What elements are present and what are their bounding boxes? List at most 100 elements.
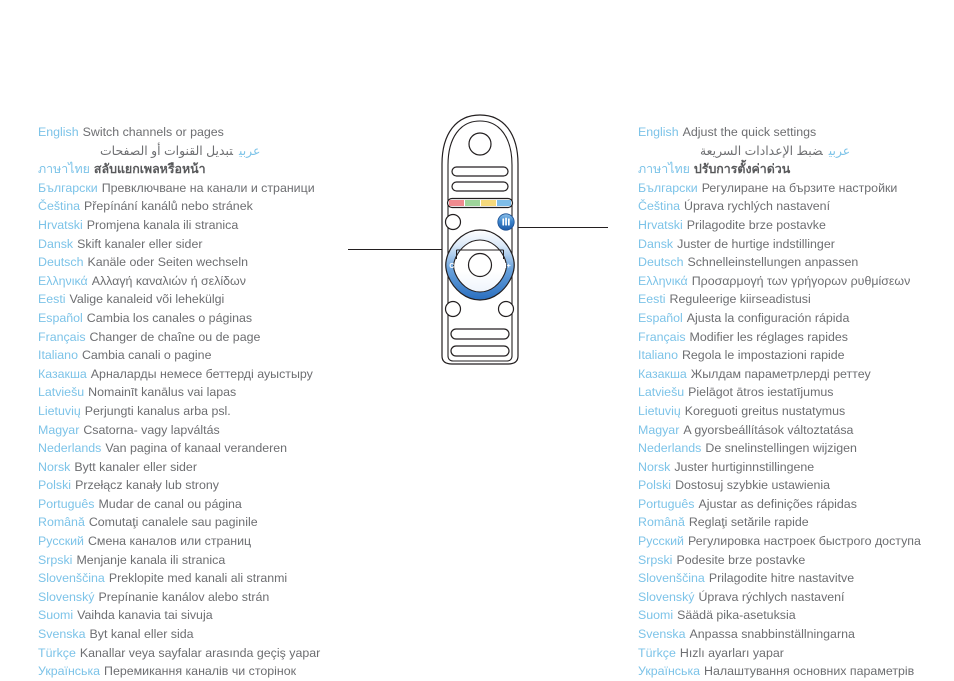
language-row: Русский Регулировка настроек быстрого дос… xyxy=(638,532,954,551)
language-description: Preklopite med kanali ali stranmi xyxy=(108,571,288,586)
language-label: ภาษาไทย xyxy=(638,162,690,177)
language-label: Svenska xyxy=(38,627,86,642)
language-row: Eesti Valige kanaleid või lehekülgi xyxy=(38,290,368,309)
language-row: Norsk Juster hurtiginnstillingene xyxy=(638,458,954,477)
yellow-colour-key[interactable] xyxy=(481,200,496,206)
language-description: Switch channels or pages xyxy=(82,125,224,139)
ok-button[interactable] xyxy=(467,252,493,278)
language-label: Română xyxy=(38,515,85,530)
language-row: Slovenščina Prilagodite hitre nastavitve xyxy=(638,569,954,588)
language-description: Valige kanaleid või lehekülgi xyxy=(69,292,225,307)
language-description: Перемикання каналів чи сторінок xyxy=(104,664,297,679)
language-label: Čeština xyxy=(638,199,681,214)
language-label: Español xyxy=(38,310,83,325)
language-description: Menjanje kanala ili stranica xyxy=(76,552,226,567)
language-label: Srpski xyxy=(38,552,73,567)
red-colour-key[interactable] xyxy=(449,200,464,206)
language-description: Смена каналов или страниц xyxy=(87,534,252,549)
language-label: Dansk xyxy=(638,236,674,251)
language-row: Italiano Regola le impostazioni rapide xyxy=(638,346,954,365)
language-description: Koreguoti greitus nustatymus xyxy=(684,403,846,418)
language-description: Juster de hurtige indstillinger xyxy=(677,236,835,251)
language-description: Perjungti kanalus arba psl. xyxy=(84,403,231,418)
options-button[interactable] xyxy=(497,213,515,231)
language-list-left: English Switch channels or pages عربي تبديل… xyxy=(38,123,368,681)
language-row: Magyar Csatorna- vagy lapváltás xyxy=(38,421,368,440)
language-description: Podesite brze postavke xyxy=(676,552,806,567)
language-label: عربي xyxy=(238,143,261,158)
language-label: Български xyxy=(38,180,98,195)
language-row: Türkçe Hızlı ayarları yapar xyxy=(638,644,954,663)
language-description: Cambia los canales o páginas xyxy=(86,310,253,325)
language-description: Nomainīt kanālus vai lapas xyxy=(88,385,237,400)
language-description: Налаштування основних параметрів xyxy=(704,664,915,679)
language-label: Türkçe xyxy=(638,645,676,660)
language-description: ضبط الإعدادات السريعة xyxy=(700,143,823,158)
volume-bar-button[interactable] xyxy=(450,328,510,340)
language-row: Português Ajustar as definições rápidas xyxy=(638,495,954,514)
language-description: Cambia canali o pagine xyxy=(81,348,212,363)
language-description: Úprava rychlých nastavení xyxy=(684,199,831,214)
language-label: Español xyxy=(638,310,683,325)
language-row: Español Cambia los canales o páginas xyxy=(38,309,368,328)
language-description: Promjena kanala ili stranica xyxy=(86,217,239,232)
language-label: Svenska xyxy=(638,627,686,642)
language-row: Čeština Úprava rychlých nastavení xyxy=(638,197,954,216)
language-row: Dansk Skift kanaler eller sider xyxy=(38,235,368,254)
colour-keys-strip[interactable] xyxy=(446,197,514,209)
language-row: عربي ضبط الإعدادات السريعة xyxy=(638,142,954,161)
home-bar-button[interactable] xyxy=(451,166,509,177)
info-button[interactable] xyxy=(444,300,462,318)
language-description: Reglaţi setările rapide xyxy=(688,515,809,530)
language-label: Nederlands xyxy=(38,441,102,456)
language-label: Čeština xyxy=(38,199,81,214)
language-row: Eesti Reguleerige kiirseadistusi xyxy=(638,290,954,309)
exit-button[interactable] xyxy=(497,300,515,318)
green-colour-key[interactable] xyxy=(465,200,480,206)
language-description: Kanäle oder Seiten wechseln xyxy=(87,255,248,270)
language-description: Adjust the quick settings xyxy=(682,125,817,139)
language-row: Slovenský Prepínanie kanálov alebo strán xyxy=(38,588,368,607)
language-row: Svenska Byt kanal eller sida xyxy=(38,625,368,644)
language-label: Deutsch xyxy=(38,255,84,270)
callout-line-options-button xyxy=(518,227,608,228)
channel-up-label: CH+ xyxy=(496,261,511,270)
mute-bar-button[interactable] xyxy=(450,345,510,357)
language-row: Deutsch Kanäle oder Seiten wechseln xyxy=(38,253,368,272)
language-description: Csatorna- vagy lapváltás xyxy=(83,422,220,437)
language-label: Français xyxy=(38,329,86,344)
language-row: Magyar A gyorsbeállítások változtatása xyxy=(638,421,954,440)
language-label: Norsk xyxy=(638,459,671,474)
language-description: Превключване на канали и страници xyxy=(101,180,315,195)
remote-control-illustration: CH– CH+ xyxy=(432,112,528,365)
language-description: Przełącz kanały lub strony xyxy=(75,478,219,493)
language-label: Slovenščina xyxy=(638,571,705,586)
language-label: Italiano xyxy=(38,348,78,363)
language-row: Hrvatski Promjena kanala ili stranica xyxy=(38,216,368,235)
guide-bar-button[interactable] xyxy=(451,181,509,192)
standby-button[interactable] xyxy=(468,132,492,156)
language-row: Nederlands Van pagina of kanaal verandere… xyxy=(38,439,368,458)
language-label: English xyxy=(638,125,679,139)
language-row: Srpski Podesite brze postavke xyxy=(638,551,954,570)
language-description: Úprava rýchlych nastavení xyxy=(698,589,845,604)
language-label: Srpski xyxy=(638,552,673,567)
language-row: Suomi Vaihda kanavia tai sivuja xyxy=(38,606,368,625)
language-label: Nederlands xyxy=(638,441,702,456)
language-description: Schnelleinstellungen anpassen xyxy=(687,255,859,270)
language-row: English Switch channels or pages xyxy=(38,123,368,142)
language-row: Български Превключване на канали и страни… xyxy=(38,179,368,198)
language-description: Comutaţi canalele sau paginile xyxy=(88,515,258,530)
language-row: Română Comutaţi canalele sau paginile xyxy=(38,513,368,532)
blue-colour-key[interactable] xyxy=(497,200,511,206)
language-label: Slovenský xyxy=(38,589,95,604)
language-description: تبديل القنوات أو الصفحات xyxy=(100,143,233,158)
language-description: Prilagodite hitre nastavitve xyxy=(708,571,855,586)
language-row: Lietuvių Koreguoti greitus nustatymus xyxy=(638,402,954,421)
language-description: Регулиране на бързите настройки xyxy=(701,180,898,195)
language-list-right: English Adjust the quick settings عربيضبط … xyxy=(638,123,954,681)
language-row: Lietuvių Perjungti kanalus arba psl. xyxy=(38,402,368,421)
back-button[interactable] xyxy=(444,213,462,231)
language-description: Regola le impostazioni rapide xyxy=(681,348,845,363)
language-label: Magyar xyxy=(38,422,80,437)
